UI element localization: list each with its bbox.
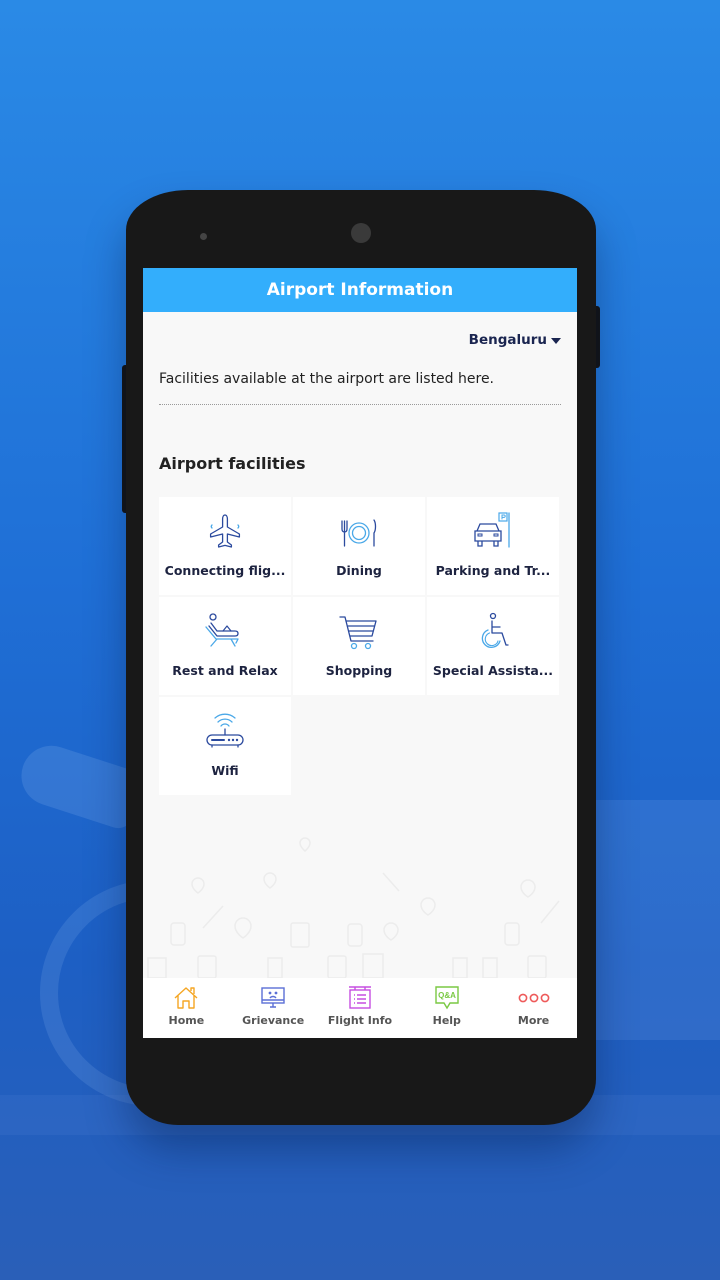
nav-more[interactable]: More: [491, 978, 577, 1027]
nav-label: Home: [168, 1014, 205, 1027]
caret-down-icon: [551, 337, 561, 344]
pin-icon: [191, 877, 205, 894]
svg-text:Q&A: Q&A: [438, 991, 456, 1000]
phone-camera: [351, 223, 371, 243]
nav-label: Grievance: [242, 1014, 305, 1027]
nav-label: Flight Info: [327, 1014, 393, 1027]
facility-tile-dining[interactable]: Dining: [293, 497, 425, 595]
flight-board-icon: [348, 986, 371, 1009]
nav-home[interactable]: Home: [143, 978, 229, 1027]
app-screen: Airport Information Bengaluru Facilities…: [143, 268, 577, 1038]
divider: [159, 404, 561, 405]
section-title: Airport facilities: [159, 454, 306, 473]
bottom-navigation: Home Grievance Flight Info Q&A Help More: [143, 978, 577, 1038]
facility-tile-special-assistance[interactable]: Special Assista...: [427, 597, 559, 695]
facility-tile-parking-transport[interactable]: Parking and Tr...: [427, 497, 559, 595]
shopping-cart-icon: [339, 616, 377, 650]
more-dots-icon: [518, 993, 549, 1003]
pin-icon: [520, 879, 536, 898]
lounge-chair-icon: [205, 613, 239, 647]
monitor-sad-icon: [261, 987, 285, 1008]
airport-pattern-decoration: [147, 837, 560, 978]
pin-icon: [263, 872, 277, 889]
pin-icon: [383, 922, 399, 941]
pin-icon: [420, 897, 436, 916]
city-row: Bengaluru: [143, 312, 577, 368]
facility-label: Wifi: [211, 763, 239, 778]
phone-sensor: [200, 233, 207, 240]
airplane-icon: [209, 514, 241, 548]
pin-icon: [299, 837, 311, 852]
city-dropdown-value: Bengaluru: [468, 332, 547, 348]
nav-help[interactable]: Q&A Help: [404, 978, 490, 1027]
app-bar: Airport Information: [143, 268, 577, 312]
facility-label: Rest and Relax: [172, 663, 278, 678]
city-dropdown[interactable]: Bengaluru: [469, 332, 561, 348]
facility-label: Connecting flig...: [164, 563, 286, 578]
wheelchair-icon: [481, 612, 509, 648]
facility-label: Shopping: [325, 663, 393, 678]
background-building-decoration: [590, 800, 720, 1040]
facilities-grid: Connecting flig... Dining Parking and Tr…: [159, 497, 561, 795]
car-parking-icon: [474, 512, 510, 548]
nav-label: Help: [432, 1014, 461, 1027]
facility-label: Dining: [336, 563, 382, 578]
facility-tile-rest-relax[interactable]: Rest and Relax: [159, 597, 291, 695]
nav-grievance[interactable]: Grievance: [230, 978, 316, 1027]
dining-plate-icon: [341, 519, 377, 547]
nav-label: More: [517, 1014, 550, 1027]
facility-tile-wifi[interactable]: Wifi: [159, 697, 291, 795]
qa-chat-icon: Q&A: [435, 986, 459, 1010]
home-icon: [174, 987, 198, 1009]
page-title: Airport Information: [266, 280, 454, 300]
nav-flight-info[interactable]: Flight Info: [317, 978, 403, 1027]
pin-icon: [234, 917, 252, 939]
wifi-router-icon: [206, 713, 244, 748]
facility-tile-connecting-flights[interactable]: Connecting flig...: [159, 497, 291, 595]
facility-tile-shopping[interactable]: Shopping: [293, 597, 425, 695]
facility-label: Special Assista...: [432, 663, 554, 678]
intro-text: Facilities available at the airport are …: [159, 371, 495, 387]
facility-label: Parking and Tr...: [435, 563, 551, 578]
